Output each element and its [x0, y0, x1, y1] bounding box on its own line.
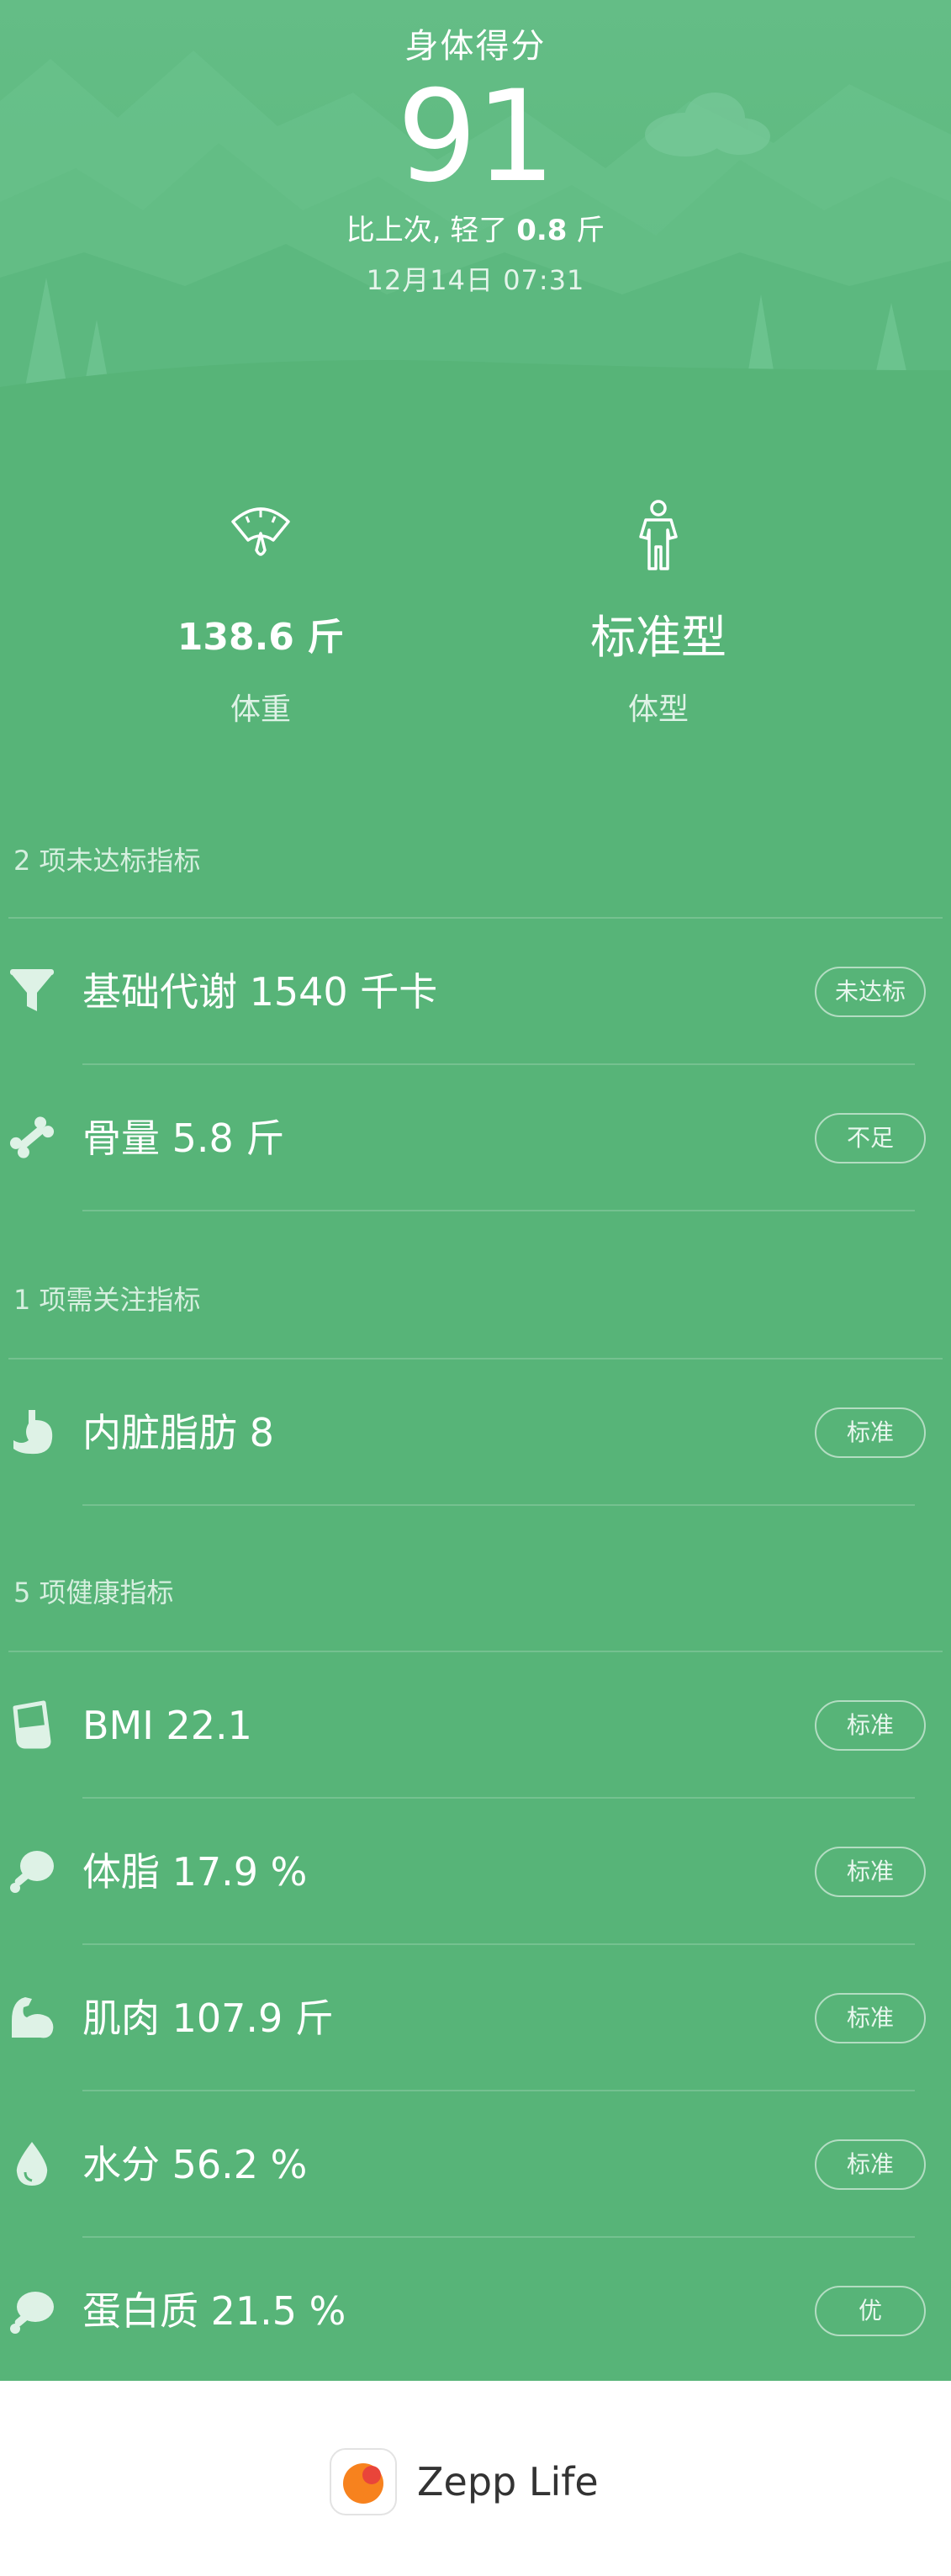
- item-label: BMI 22.1: [82, 1703, 252, 1748]
- item-label: 水分 56.2 %: [82, 2142, 308, 2187]
- status-badge: 标准: [815, 1700, 926, 1751]
- list-item-bmr[interactable]: 基础代谢 1540 千卡 未达标: [0, 919, 951, 1065]
- drumstick-icon: [10, 1851, 54, 1893]
- body-type-stat[interactable]: 标准型 体型: [482, 496, 835, 729]
- item-label: 内脏脂肪 8: [82, 1410, 274, 1455]
- list-item-water[interactable]: 水分 56.2 % 标准: [0, 2091, 951, 2238]
- change-prefix: 比上次, 轻了: [346, 214, 508, 247]
- status-badge: 标准: [815, 1847, 926, 1897]
- protein-icon: [10, 2292, 54, 2334]
- body-score-page: 身体得分 91 比上次, 轻了 0.8 斤 12月14日 07:31 138.6…: [0, 0, 951, 2576]
- divider: [82, 1504, 915, 1506]
- status-badge: 标准: [815, 2139, 926, 2190]
- change-value: 0.8: [516, 214, 568, 247]
- muscle-icon: [12, 1997, 54, 2038]
- item-label: 肌肉 107.9 斤: [82, 1996, 334, 2041]
- section-title-healthy: 5 项健康指标: [13, 1577, 174, 1609]
- list-item-visceral-fat[interactable]: 内脏脂肪 8 标准: [0, 1360, 951, 1506]
- item-label: 体脂 17.9 %: [82, 1849, 308, 1895]
- score-hero: 身体得分 91 比上次, 轻了 0.8 斤 12月14日 07:31: [0, 0, 951, 404]
- bone-icon: [9, 1116, 55, 1158]
- stomach-icon: [13, 1410, 53, 1455]
- section-title-unmet: 2 项未达标指标: [13, 845, 201, 877]
- list-item-muscle[interactable]: 肌肉 107.9 斤 标准: [0, 1945, 951, 2091]
- change-unit: 斤: [576, 214, 605, 247]
- score-value: 91: [397, 64, 556, 210]
- water-drop-icon: [16, 2142, 48, 2186]
- zepp-life-logo: [330, 2448, 397, 2515]
- list-item-body-fat[interactable]: 体脂 17.9 % 标准: [0, 1799, 951, 1945]
- list-item-bmi[interactable]: BMI 22.1 标准: [0, 1652, 951, 1799]
- status-badge: 标准: [815, 1993, 926, 2043]
- brand-name: Zepp Life: [417, 2459, 599, 2504]
- body-type-label: 体型: [627, 692, 689, 727]
- divider: [82, 1210, 915, 1211]
- section-title-attention: 1 项需关注指标: [13, 1284, 201, 1316]
- status-badge: 优: [815, 2286, 926, 2336]
- funnel-icon: [10, 969, 54, 1011]
- list-item-bone-mass[interactable]: 骨量 5.8 斤 不足: [0, 1065, 951, 1211]
- app-footer: Zepp Life: [0, 2381, 951, 2576]
- status-badge: 标准: [815, 1407, 926, 1458]
- weight-label: 体重: [230, 692, 291, 727]
- weight-value: 138.6 斤: [177, 616, 345, 659]
- score-change: 比上次, 轻了 0.8 斤: [0, 207, 951, 248]
- item-label: 基础代谢 1540 千卡: [82, 969, 438, 1015]
- list-item-protein[interactable]: 蛋白质 21.5 % 优: [0, 2238, 951, 2384]
- body-type-value: 标准型: [590, 611, 726, 664]
- status-badge: 不足: [815, 1113, 926, 1163]
- body-figure-icon: [639, 500, 678, 570]
- weight-stat[interactable]: 138.6 斤 体重: [84, 496, 437, 729]
- cup-icon: [13, 1700, 51, 1749]
- item-label: 蛋白质 21.5 %: [82, 2288, 346, 2334]
- status-badge: 未达标: [814, 967, 926, 1017]
- item-label: 骨量 5.8 斤: [82, 1116, 285, 1161]
- measure-datetime: 12月14日 07:31: [366, 264, 585, 296]
- score-title: 身体得分: [404, 27, 547, 66]
- scale-icon: [231, 507, 290, 556]
